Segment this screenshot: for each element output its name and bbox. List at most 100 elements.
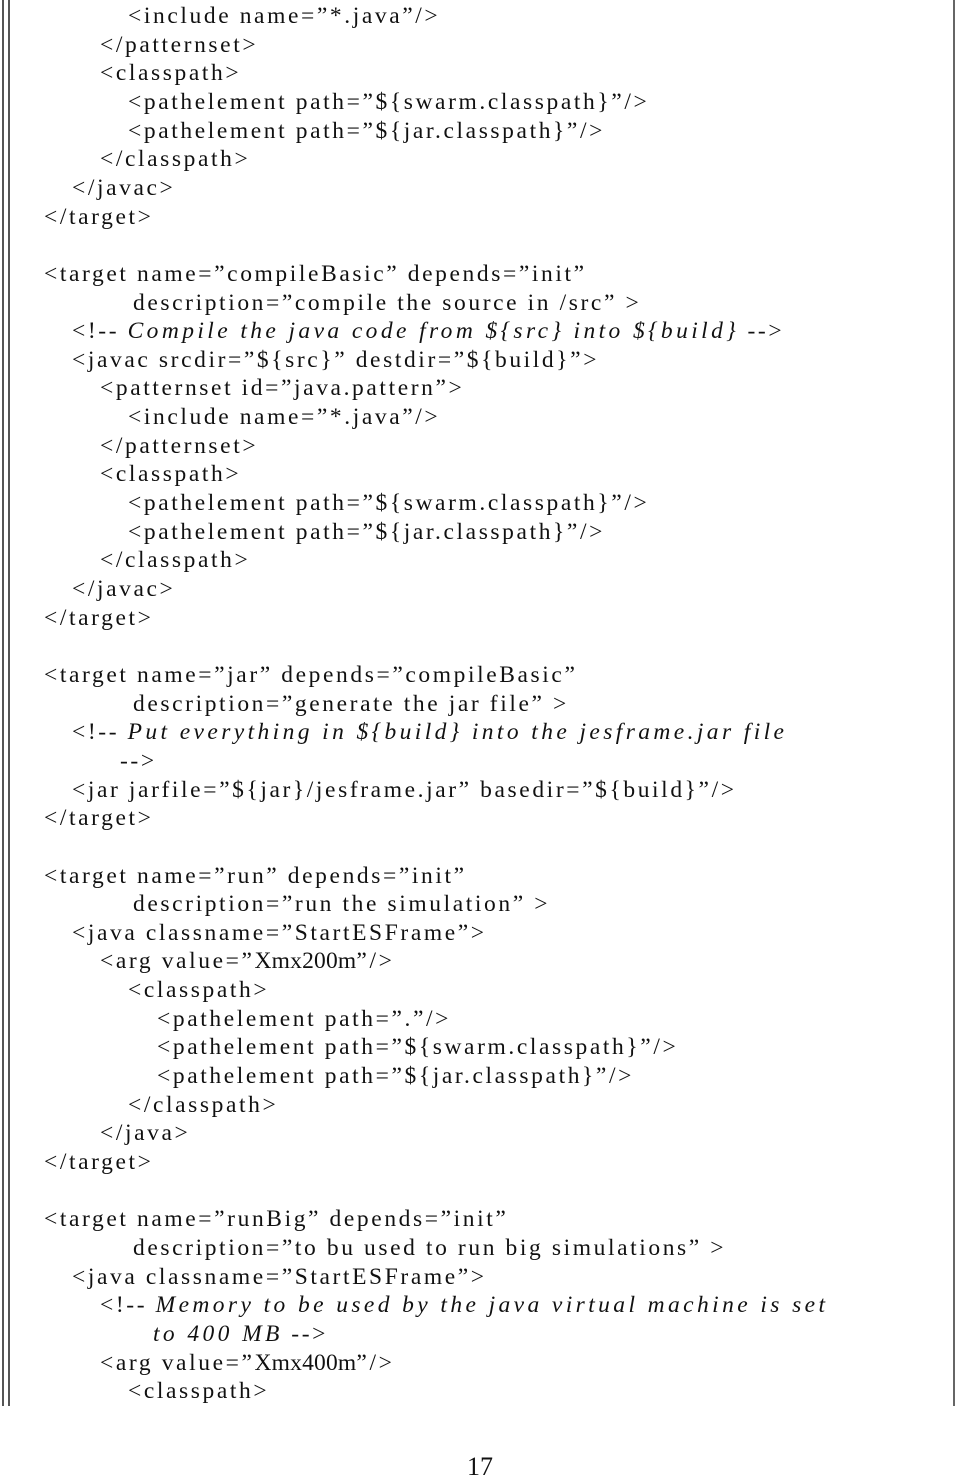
- code-text: -->: [120, 747, 157, 774]
- code-line: <java classname=”StartESFrame”>: [72, 1263, 487, 1291]
- code-line: </javac>: [72, 575, 175, 603]
- code-line: <classpath>: [100, 59, 241, 87]
- code-text: description=”run the simulation” >: [133, 891, 551, 918]
- code-line: </classpath>: [100, 546, 250, 574]
- code-text: </target>: [44, 604, 154, 631]
- code-text: <java classname=”StartESFrame”>: [72, 1263, 487, 1290]
- code-text: <classpath>: [128, 1378, 270, 1405]
- code-text: <target name=”run” depends=”init”: [44, 862, 467, 889]
- code-line: </patternset>: [100, 432, 258, 460]
- code-comment-text: Memory to be used by the java virtual ma…: [155, 1292, 829, 1319]
- code-text: ”/>: [356, 1349, 395, 1376]
- code-line: <pathelement path=”${swarm.classpath}”/>: [157, 1033, 678, 1061]
- code-line: to 400 MB -->: [153, 1320, 328, 1348]
- code-text: <include name=”*.java”/>: [128, 404, 441, 431]
- code-line: <include name=”*.java”/>: [128, 403, 440, 431]
- code-line: </target>: [44, 604, 154, 632]
- code-text: <pathelement path=”${jar.classpath}”/>: [128, 117, 605, 144]
- code-line: <pathelement path=”.”/>: [157, 1005, 451, 1033]
- code-text: <javac srcdir=”${src}” destdir=”${build}…: [72, 346, 600, 373]
- code-text: </target>: [44, 805, 154, 832]
- code-line: <classpath>: [128, 976, 269, 1004]
- code-line: -->: [120, 747, 157, 775]
- code-text: <pathelement path=”${swarm.classpath}”/>: [128, 490, 650, 517]
- code-line: <pathelement path=”${jar.classpath}”/>: [128, 518, 605, 546]
- code-text: ”/>: [356, 948, 395, 975]
- code-line: <!-- Compile the java code from ${src} i…: [72, 317, 784, 345]
- left-frame-rule-inner: [8, 0, 10, 1406]
- right-frame-rule: [953, 0, 955, 1406]
- code-text: <jar jarfile=”${jar}/jesframe.jar” based…: [72, 776, 737, 803]
- code-text: </target>: [44, 1149, 154, 1175]
- code-line: <arg value=”Xmx400m”/>: [100, 1349, 394, 1377]
- code-text: </classpath>: [100, 146, 251, 173]
- left-frame-rule-outer: [2, 0, 4, 1406]
- code-text: -->: [739, 318, 785, 345]
- code-text: </java>: [100, 1120, 191, 1147]
- code-text: <pathelement path=”${jar.classpath}”/>: [157, 1063, 634, 1090]
- code-text: </classpath>: [100, 547, 251, 574]
- code-text: <!--: [100, 1292, 156, 1319]
- code-attribute-value: Xmx400m: [254, 1349, 357, 1376]
- code-attribute-value: Xmx200m: [254, 948, 357, 975]
- code-text: <pathelement path=”${swarm.classpath}”/>: [128, 88, 650, 115]
- code-line: <javac srcdir=”${src}” destdir=”${build}…: [72, 346, 599, 374]
- code-line: <target name=”run” depends=”init”: [44, 862, 467, 890]
- code-text: <arg value=”: [100, 1349, 255, 1376]
- code-line: <pathelement path=”${jar.classpath}”/>: [128, 117, 605, 145]
- code-text: <target name=”runBig” depends=”init”: [44, 1206, 509, 1233]
- code-line: <jar jarfile=”${jar}/jesframe.jar” based…: [72, 776, 737, 804]
- code-text: <pathelement path=”${swarm.classpath}”/>: [157, 1034, 679, 1061]
- code-line: </classpath>: [128, 1091, 278, 1119]
- code-line: </target>: [44, 1148, 154, 1176]
- code-line: </target>: [44, 203, 154, 231]
- code-line: description=”compile the source in /src”…: [133, 289, 641, 317]
- code-text: </patternset>: [100, 432, 259, 459]
- code-text: </patternset>: [100, 31, 259, 58]
- code-text: <include name=”*.java”/>: [128, 3, 441, 29]
- code-comment-text: Put everything in ${build} into the jesf…: [127, 719, 788, 746]
- code-text: <java classname=”StartESFrame”>: [72, 919, 487, 946]
- code-text: </classpath>: [128, 1091, 279, 1118]
- code-text: description=”to bu used to run big simul…: [133, 1234, 727, 1261]
- code-line: <!-- Put everything in ${build} into the…: [72, 718, 787, 746]
- code-line: </target>: [44, 804, 154, 832]
- code-line: description=”to bu used to run big simul…: [133, 1234, 726, 1262]
- code-text: -->: [282, 1320, 328, 1347]
- code-line: <include name=”*.java”/>: [128, 2, 440, 30]
- code-text: <!--: [72, 318, 128, 345]
- code-text: </target>: [44, 203, 154, 230]
- code-line: <target name=”jar” depends=”compileBasic…: [44, 661, 578, 689]
- code-text: <!--: [72, 719, 128, 746]
- code-text: <target name=”compileBasic” depends=”ini…: [44, 260, 587, 287]
- code-text: <pathelement path=”.”/>: [157, 1005, 451, 1032]
- code-line: </java>: [100, 1119, 190, 1147]
- code-line: <target name=”compileBasic” depends=”ini…: [44, 260, 587, 288]
- code-line: </classpath>: [100, 145, 250, 173]
- code-line: <arg value=”Xmx200m”/>: [100, 947, 394, 975]
- code-line: <classpath>: [128, 1377, 269, 1405]
- code-text: <classpath>: [100, 60, 242, 87]
- code-text: <patternset id=”java.pattern”>: [100, 375, 465, 402]
- code-text: <pathelement path=”${jar.classpath}”/>: [128, 518, 605, 545]
- code-line: <pathelement path=”${swarm.classpath}”/>: [128, 88, 649, 116]
- code-line: <!-- Memory to be used by the java virtu…: [100, 1291, 828, 1319]
- code-line: <classpath>: [100, 460, 241, 488]
- code-text: </javac>: [72, 576, 176, 602]
- code-line: </patternset>: [100, 31, 258, 59]
- code-line: description=”run the simulation” >: [133, 890, 550, 918]
- page-number: 17: [467, 1452, 493, 1481]
- code-text: </javac>: [72, 174, 176, 201]
- code-line: <target name=”runBig” depends=”init”: [44, 1205, 508, 1233]
- code-comment-text: Compile the java code from ${src} into $…: [127, 318, 740, 345]
- code-line: <pathelement path=”${jar.classpath}”/>: [157, 1062, 634, 1090]
- code-comment-text: to 400 MB: [153, 1320, 283, 1347]
- code-text: <target name=”jar” depends=”compileBasic…: [44, 661, 578, 688]
- code-line: </javac>: [72, 174, 175, 202]
- code-text: <classpath>: [128, 977, 270, 1004]
- code-line: description=”generate the jar file” >: [133, 690, 569, 718]
- code-line: <java classname=”StartESFrame”>: [72, 919, 487, 947]
- code-text: description=”generate the jar file” >: [133, 690, 569, 717]
- code-line: <pathelement path=”${swarm.classpath}”/>: [128, 489, 649, 517]
- code-text: <arg value=”: [100, 948, 255, 975]
